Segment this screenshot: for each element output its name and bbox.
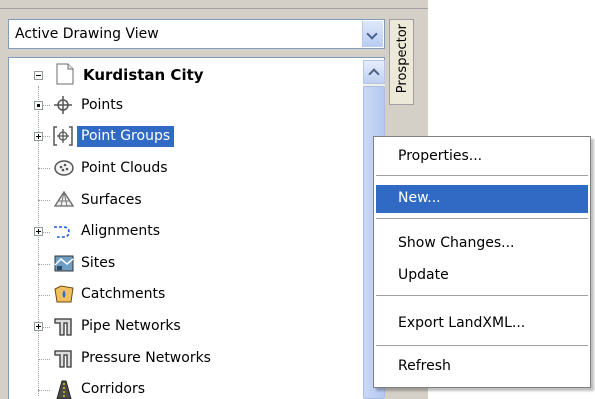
menu-item-export-landxml[interactable]: Export LandXML... — [376, 310, 588, 338]
sites-icon — [53, 253, 74, 273]
menu-item-label: New... — [398, 190, 441, 206]
tab-prospector-label: Prospector — [395, 24, 410, 94]
drawing-document-icon — [55, 63, 75, 85]
menu-item-new[interactable]: New... — [376, 185, 588, 213]
menu-item-refresh[interactable]: Refresh — [376, 353, 588, 381]
expand-icon[interactable] — [34, 132, 43, 141]
tree-item-label: Pipe Networks — [81, 318, 181, 334]
tree-item-points[interactable]: Points — [9, 92, 349, 120]
tree-root-label: Kurdistan City — [83, 66, 204, 84]
menu-item-update[interactable]: Update — [376, 262, 588, 290]
menu-separator — [376, 295, 588, 296]
scroll-up-icon[interactable] — [363, 60, 385, 84]
point-groups-icon — [53, 126, 73, 146]
prospector-tree[interactable]: Kurdistan City Points Point Groups Point… — [8, 57, 385, 399]
view-selector-dropdown[interactable]: Active Drawing View — [8, 19, 385, 49]
context-menu: Properties... New... Show Changes... Upd… — [373, 136, 591, 388]
tree-item-label: Points — [81, 97, 124, 113]
menu-item-label: Update — [398, 267, 449, 283]
points-icon — [53, 95, 73, 115]
menu-item-label: Export LandXML... — [398, 315, 526, 331]
catchments-icon — [53, 284, 74, 304]
tree-item-catchments[interactable]: Catchments — [9, 281, 349, 309]
tree-item-label: Corridors — [81, 381, 145, 397]
corridors-icon — [53, 379, 73, 399]
view-selector-value: Active Drawing View — [15, 26, 159, 42]
menu-separator — [376, 218, 588, 219]
toolspace-panel: Active Drawing View Prospector Kurdistan… — [0, 0, 428, 399]
chevron-down-icon[interactable] — [362, 21, 383, 47]
tree-item-pipe-networks[interactable]: Pipe Networks — [9, 313, 349, 341]
tree-item-label: Sites — [81, 255, 116, 271]
pipe-networks-icon — [53, 315, 73, 336]
tree-item-label: Pressure Networks — [81, 350, 211, 366]
tree-item-sites[interactable]: Sites — [9, 250, 349, 278]
tree-item-label: Point Clouds — [81, 160, 168, 176]
tree-item-point-clouds[interactable]: Point Clouds — [9, 155, 349, 183]
tree-root-kurdistan-city[interactable]: Kurdistan City — [9, 61, 349, 89]
menu-item-show-changes[interactable]: Show Changes... — [376, 230, 588, 258]
tree-item-corridors[interactable]: Corridors — [9, 376, 349, 399]
menu-item-label: Show Changes... — [398, 235, 515, 251]
tree-item-label: Surfaces — [81, 192, 142, 208]
menu-separator — [376, 345, 588, 346]
tree-item-alignments[interactable]: Alignments — [9, 218, 349, 246]
alignments-icon — [53, 221, 73, 241]
menu-item-label: Properties... — [398, 148, 483, 164]
menu-item-label: Refresh — [398, 358, 451, 374]
tab-prospector[interactable]: Prospector — [389, 19, 414, 105]
pressure-networks-icon — [53, 347, 73, 368]
collapse-icon[interactable] — [34, 71, 43, 80]
tree-item-point-groups[interactable]: Point Groups — [9, 123, 349, 151]
tree-item-label: Catchments — [81, 286, 166, 302]
node-marker-icon — [34, 101, 43, 110]
menu-item-properties[interactable]: Properties... — [376, 143, 588, 171]
tree-item-surfaces[interactable]: Surfaces — [9, 187, 349, 215]
tree-item-label: Point Groups — [77, 126, 175, 147]
expand-icon[interactable] — [34, 227, 43, 236]
tree-item-pressure-networks[interactable]: Pressure Networks — [9, 345, 349, 373]
panel-top-strip — [0, 0, 428, 9]
expand-icon[interactable] — [34, 322, 43, 331]
point-clouds-icon — [53, 158, 74, 178]
surfaces-icon — [53, 190, 75, 210]
tree-item-label: Alignments — [81, 223, 161, 239]
menu-separator — [376, 175, 588, 176]
